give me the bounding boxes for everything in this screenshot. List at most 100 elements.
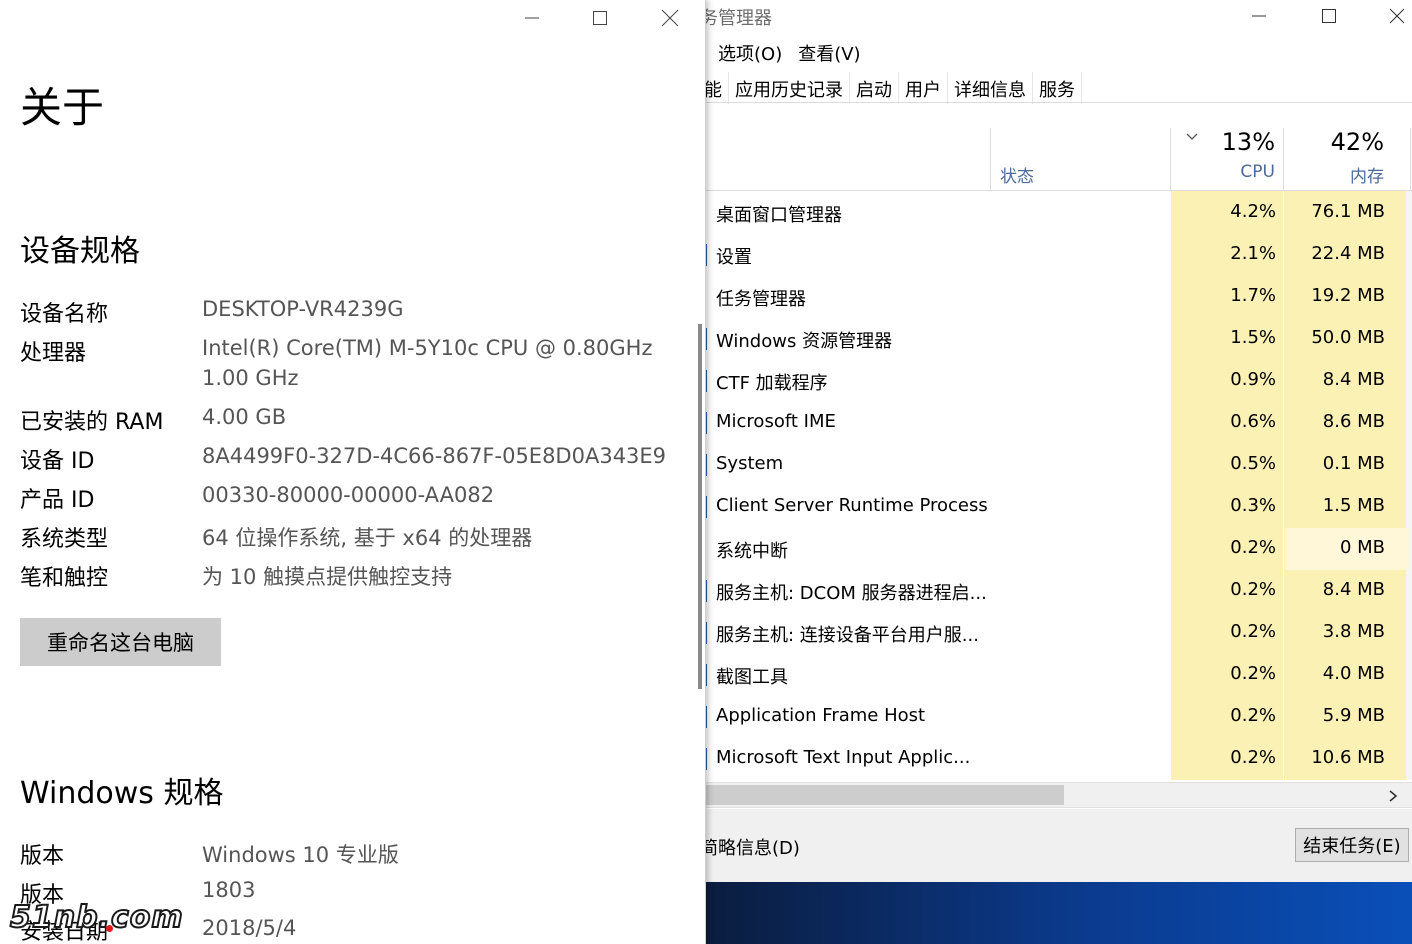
column-divider <box>990 128 991 190</box>
memory-column-header[interactable]: 42% 内存 <box>1284 128 1410 190</box>
process-cpu: 0.2% <box>1230 663 1276 684</box>
tab-app-history[interactable]: 应用历史记录 <box>729 72 850 104</box>
tm-maximize-button[interactable] <box>1294 0 1364 32</box>
process-memory: 0 MB <box>1339 537 1385 558</box>
tab-details[interactable]: 详细信息 <box>948 72 1033 104</box>
about-vertical-scrollbar[interactable] <box>698 324 702 689</box>
table-row[interactable]: 服务主机: 连接设备平台用户服... 0.2% 3.8 MB <box>700 612 1412 654</box>
about-maximize-button[interactable] <box>566 0 634 36</box>
process-cpu: 0.5% <box>1230 453 1276 474</box>
windows-specs-heading: Windows 规格 <box>20 776 224 811</box>
process-name: Microsoft Text Input Applic... <box>716 747 971 768</box>
tab-users[interactable]: 用户 <box>899 72 948 104</box>
process-memory: 3.8 MB <box>1322 621 1385 642</box>
process-memory: 8.6 MB <box>1322 411 1385 432</box>
process-memory: 8.4 MB <box>1322 579 1385 600</box>
process-name: 桌面窗口管理器 <box>716 205 842 226</box>
process-cpu: 0.2% <box>1230 621 1276 642</box>
process-name: Windows 资源管理器 <box>716 331 893 352</box>
table-row[interactable]: System 0.5% 0.1 MB <box>700 444 1412 486</box>
process-name: CTF 加载程序 <box>716 373 828 394</box>
process-memory: 8.4 MB <box>1322 369 1385 390</box>
tm-minimize-button[interactable] <box>1224 0 1294 32</box>
process-cpu: 0.9% <box>1230 369 1276 390</box>
process-name: 服务主机: DCOM 服务器进程启... <box>716 583 987 604</box>
process-cpu: 2.1% <box>1230 243 1276 264</box>
tm-horizontal-scrollbar[interactable] <box>700 782 1412 808</box>
process-cpu: 0.2% <box>1230 747 1276 768</box>
settings-about-window: 关于 设备规格 设备名称 DESKTOP-VR4239G 处理器 Intel(R… <box>0 0 706 944</box>
table-row[interactable]: Microsoft IME 0.6% 8.6 MB <box>700 402 1412 444</box>
process-memory: 22.4 MB <box>1311 243 1385 264</box>
table-row[interactable]: 任务管理器 1.7% 19.2 MB <box>700 276 1412 318</box>
watermark-logo: 51nb.com <box>9 899 184 936</box>
spec-label: 设备 ID <box>20 449 95 474</box>
process-name: 设置 <box>716 247 752 268</box>
status-column-label: 状态 <box>1000 167 1034 187</box>
ram-value: 4.00 GB <box>202 405 287 429</box>
process-memory: 0.1 MB <box>1322 453 1385 474</box>
maximize-icon <box>593 11 607 25</box>
processor-value: Intel(R) Core(TM) M-5Y10c CPU @ 0.80GHz <box>202 336 653 360</box>
process-name: 系统中断 <box>716 541 788 562</box>
table-row[interactable]: 系统中断 0.2% 0 MB <box>700 528 1412 570</box>
tab-startup[interactable]: 启动 <box>850 72 899 104</box>
process-name: Application Frame Host <box>716 705 926 726</box>
cpu-column-header[interactable]: 13% CPU <box>1171 128 1283 190</box>
spec-label: 设备名称 <box>20 302 109 327</box>
menu-view[interactable]: 查看(V) <box>790 36 868 68</box>
rename-pc-button[interactable]: 重命名这台电脑 <box>20 618 221 666</box>
chevron-down-icon <box>1186 133 1198 140</box>
table-row[interactable]: 截图工具 0.2% 4.0 MB <box>700 654 1412 696</box>
process-cpu: 1.5% <box>1230 327 1276 348</box>
chevron-right-icon[interactable] <box>1388 789 1398 803</box>
table-row[interactable]: Windows 资源管理器 1.5% 50.0 MB <box>700 318 1412 360</box>
table-row[interactable]: 设置 2.1% 22.4 MB <box>700 234 1412 276</box>
table-row[interactable]: Application Frame Host 0.2% 5.9 MB <box>700 696 1412 738</box>
spec-label: 已安装的 RAM <box>20 410 164 435</box>
tm-close-button[interactable] <box>1362 0 1412 32</box>
status-column-header[interactable]: 状态 <box>1000 128 1160 190</box>
process-cpu: 0.2% <box>1230 705 1276 726</box>
process-memory: 50.0 MB <box>1311 327 1385 348</box>
process-name: 任务管理器 <box>716 289 806 310</box>
tabs-divider <box>700 102 1412 103</box>
table-row[interactable]: CTF 加载程序 0.9% 8.4 MB <box>700 360 1412 402</box>
table-row[interactable]: Client Server Runtime Process 0.3% 1.5 MB <box>700 486 1412 528</box>
column-divider <box>1410 128 1411 190</box>
memory-total-percent: 42% <box>1330 128 1384 156</box>
device-name-value: DESKTOP-VR4239G <box>202 297 404 321</box>
process-memory: 4.0 MB <box>1322 663 1385 684</box>
close-icon <box>1389 8 1405 24</box>
cpu-total-percent: 13% <box>1221 128 1275 156</box>
process-memory: 10.6 MB <box>1311 747 1385 768</box>
tab-services[interactable]: 服务 <box>1033 72 1082 104</box>
processor-speed-value: 1.00 GHz <box>202 366 299 390</box>
spec-label: 产品 ID <box>20 488 95 513</box>
install-date-value: 2018/5/4 <box>202 916 297 940</box>
table-row[interactable]: 服务主机: DCOM 服务器进程启... 0.2% 8.4 MB <box>700 570 1412 612</box>
minimize-icon <box>1252 15 1266 17</box>
table-row[interactable]: 桌面窗口管理器 4.2% 76.1 MB <box>700 192 1412 234</box>
desktop-background <box>700 882 1412 944</box>
process-memory: 19.2 MB <box>1311 285 1385 306</box>
about-minimize-button[interactable] <box>498 0 566 36</box>
process-cpu: 4.2% <box>1230 201 1276 222</box>
maximize-icon <box>1322 9 1336 23</box>
end-task-button[interactable]: 结束任务(E) <box>1295 828 1409 862</box>
task-manager-window: 务管理器 选项(O) 查看(V) 性能 应用历史记录 启动 用户 详细信息 服务… <box>680 0 1412 944</box>
about-close-button[interactable] <box>636 0 704 36</box>
menu-options[interactable]: 选项(O) <box>710 36 790 68</box>
process-cpu: 0.3% <box>1230 495 1276 516</box>
watermark-dot <box>106 925 113 932</box>
process-cpu: 0.2% <box>1230 537 1276 558</box>
scroll-thumb[interactable] <box>704 785 1064 805</box>
process-list: 桌面窗口管理器 4.2% 76.1 MB 设置 2.1% 22.4 MB 任务管理器 1.7%… <box>700 192 1412 780</box>
spec-label: 系统类型 <box>20 527 109 552</box>
edition-value: Windows 10 专业版 <box>202 843 399 867</box>
process-name: Client Server Runtime Process <box>716 495 988 516</box>
table-row[interactable]: Microsoft Text Input Applic... 0.2% 10.6 M… <box>700 738 1412 780</box>
spec-label: 笔和触控 <box>20 566 109 591</box>
tm-menubar: 选项(O) 查看(V) <box>700 36 1412 68</box>
fewer-details-link[interactable]: 简略信息(D) <box>700 834 800 860</box>
